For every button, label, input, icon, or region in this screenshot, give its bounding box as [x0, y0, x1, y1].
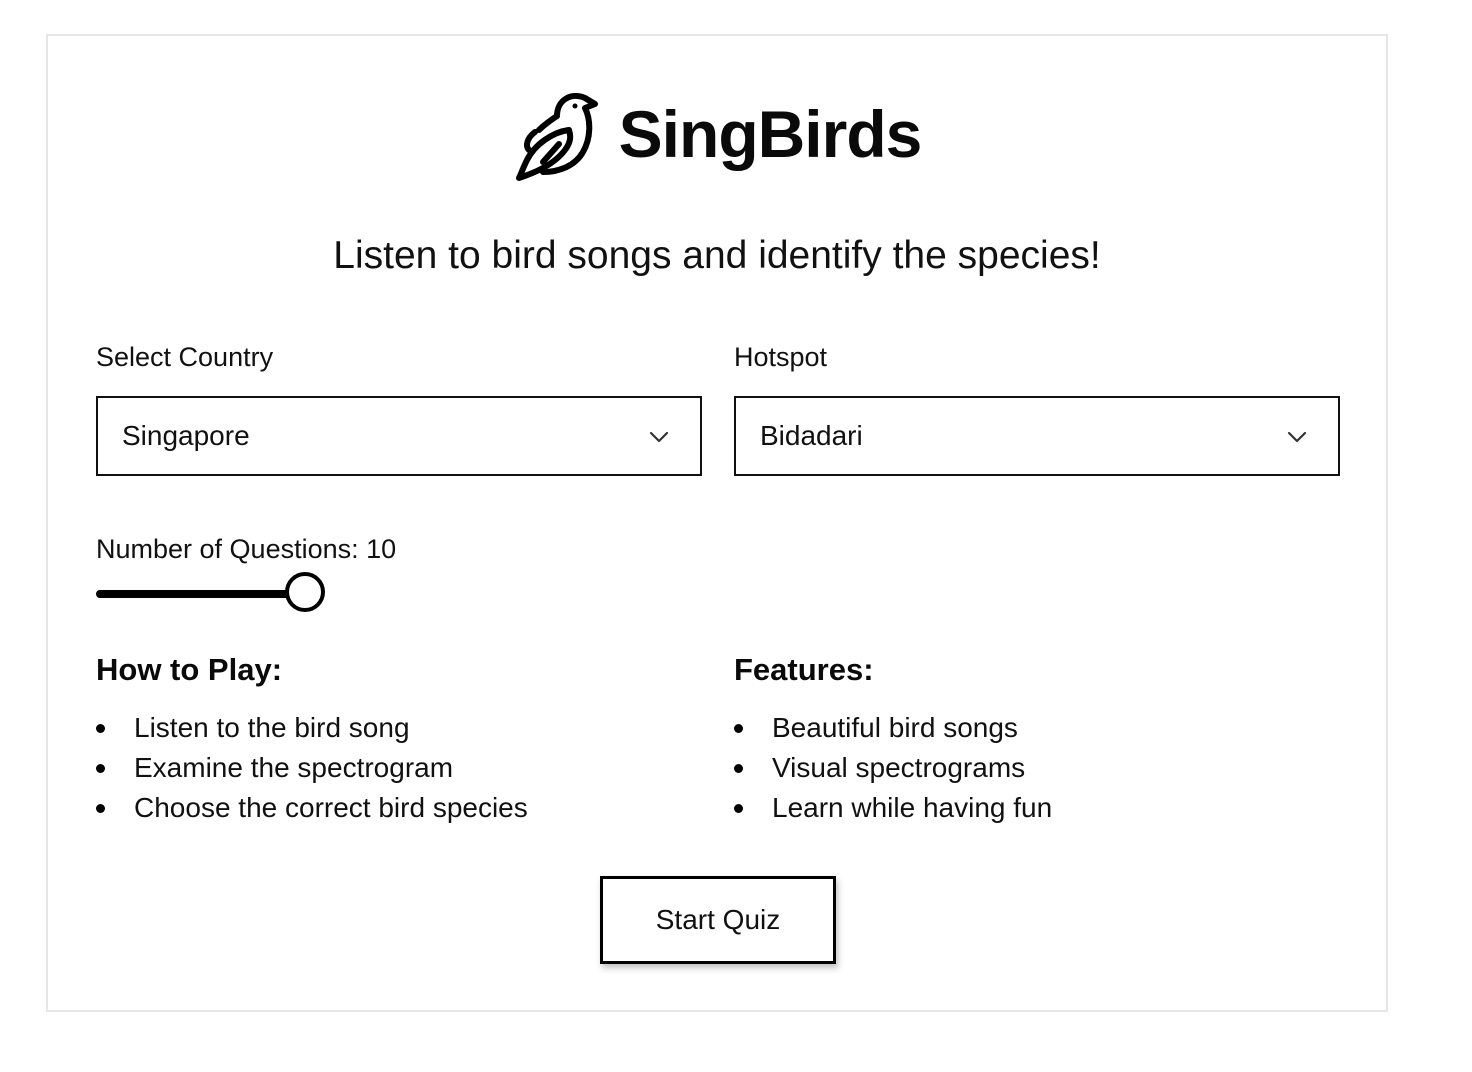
list-item-text: Listen to the bird song — [134, 712, 410, 743]
bullet-dot-icon — [734, 724, 743, 733]
country-select-value: Singapore — [122, 420, 250, 451]
hotspot-select[interactable]: Bidadari — [734, 396, 1340, 476]
chevron-down-icon — [649, 431, 669, 443]
hotspot-label: Hotspot — [734, 342, 828, 372]
list-item: Visual spectrograms — [734, 748, 1052, 788]
hotspot-select-value: Bidadari — [760, 420, 863, 451]
features-heading: Features: — [734, 652, 874, 687]
questions-label: Number of Questions: 10 — [96, 534, 397, 564]
country-label: Select Country — [96, 342, 274, 372]
list-item-text: Choose the correct bird species — [134, 792, 528, 823]
list-item: Listen to the bird song — [96, 708, 528, 748]
chevron-down-icon — [1287, 431, 1307, 443]
country-select[interactable]: Singapore — [96, 396, 702, 476]
list-item: Examine the spectrogram — [96, 748, 528, 788]
start-card: SingBirds Listen to bird songs and ident… — [46, 34, 1388, 1012]
bullet-dot-icon — [734, 764, 743, 773]
list-item-text: Visual spectrograms — [772, 752, 1026, 783]
app-title: SingBirds — [618, 97, 923, 171]
how-to-play-list: Listen to the bird song Examine the spec… — [96, 708, 528, 828]
list-item: Choose the correct bird species — [96, 788, 528, 828]
slider-thumb[interactable] — [285, 572, 325, 612]
features-list: Beautiful bird songs Visual spectrograms… — [734, 708, 1052, 828]
list-item: Beautiful bird songs — [734, 708, 1052, 748]
bullet-dot-icon — [96, 804, 105, 813]
brand-header: SingBirds — [48, 86, 1386, 182]
slider-track — [96, 590, 305, 598]
list-item-text: Learn while having fun — [772, 792, 1053, 823]
how-to-play-heading: How to Play: — [96, 652, 283, 687]
tagline: Listen to bird songs and identify the sp… — [333, 234, 1101, 277]
list-item-text: Beautiful bird songs — [772, 712, 1018, 743]
bird-icon — [515, 93, 598, 181]
questions-slider[interactable] — [96, 572, 328, 616]
bullet-dot-icon — [96, 724, 105, 733]
bullet-dot-icon — [734, 804, 743, 813]
bullet-dot-icon — [96, 764, 105, 773]
list-item-text: Examine the spectrogram — [134, 752, 454, 783]
list-item: Learn while having fun — [734, 788, 1052, 828]
start-quiz-button[interactable]: Start Quiz — [600, 876, 836, 964]
